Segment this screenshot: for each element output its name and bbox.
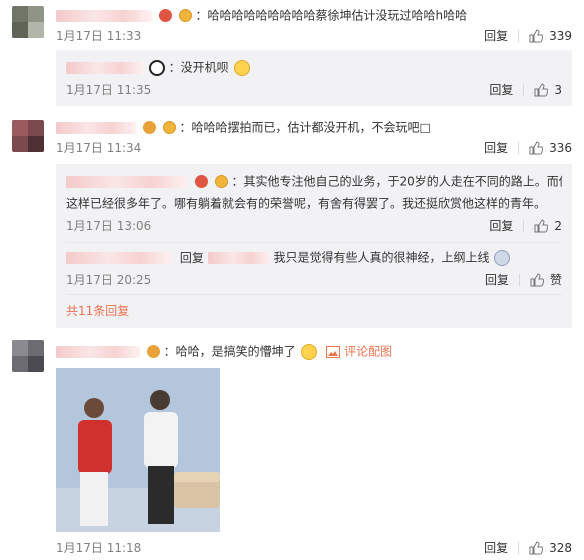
reply-box: ：其实他专注他自己的业务，于20岁的人走在不同的路上。而他 这样已经很多年了。哪… <box>56 164 572 328</box>
like-count: 2 <box>554 219 562 233</box>
comment-text: ：哈哈哈哈哈哈哈哈哈蔡徐坤估计没玩过哈哈h哈哈 <box>195 8 468 23</box>
comment-item: ：哈哈哈摆拍而已，估计都没开机，不会玩吧□ 1月17日 11:34 回复 336… <box>0 118 584 328</box>
thumbs-up-icon[interactable] <box>530 273 544 287</box>
photo-scene <box>56 368 220 532</box>
comment-item: ：哈哈，是搞笑的懵坤了 评论配图 1月17日 11:18 回复 328 <box>0 340 584 560</box>
smile-emoji-icon <box>300 343 317 360</box>
reply-button[interactable]: 回复 <box>485 272 509 288</box>
reply-time: 1月17日 20:25 <box>66 273 152 287</box>
thumbs-up-icon[interactable] <box>529 541 544 555</box>
divider <box>518 142 520 154</box>
thumbs-up-icon[interactable] <box>534 83 549 97</box>
reply-text: 这样已经很多年了。哪有躺着就会有的荣誉呢，有舍有得罢了。我还挺欣赏他这样的青年。 <box>66 196 547 211</box>
comment-image-link[interactable]: 评论配图 <box>344 345 392 359</box>
avatar[interactable] <box>12 340 44 372</box>
reply-box: ：没开机呗 1月17日 11:35 回复 3 <box>56 50 572 106</box>
like-label: 赞 <box>549 273 562 287</box>
divider <box>518 274 520 286</box>
member-badge-icon <box>142 121 156 134</box>
reply-time: 1月17日 11:35 <box>66 83 152 97</box>
comment-text: ：哈哈哈摆拍而已，估计都没开机，不会玩吧□ <box>179 120 431 135</box>
divider <box>66 294 562 295</box>
reply-time: 1月17日 13:06 <box>66 219 152 233</box>
username[interactable] <box>56 345 140 358</box>
mentioned-username[interactable] <box>207 251 270 264</box>
fan-badge-icon <box>178 9 192 22</box>
like-count: 3 <box>554 83 562 97</box>
reply-username[interactable] <box>66 251 172 264</box>
avatar[interactable] <box>12 120 44 152</box>
panda-icon <box>148 59 165 76</box>
reply-button[interactable]: 回复 <box>484 140 508 156</box>
like-count: 328 <box>549 541 572 555</box>
reply-button[interactable]: 回复 <box>484 540 508 556</box>
member-badge-icon <box>146 345 160 358</box>
reply-text: ：其实他专注他自己的业务，于20岁的人走在不同的路上。而他 <box>231 174 562 189</box>
reply-username[interactable] <box>66 175 188 188</box>
like-count: 339 <box>549 29 572 43</box>
divider <box>518 30 520 42</box>
smile-emoji-icon <box>233 59 250 76</box>
divider <box>518 542 520 554</box>
comment-item: ：哈哈哈哈哈哈哈哈哈蔡徐坤估计没玩过哈哈h哈哈 1月17日 11:33 回复 3… <box>0 0 584 106</box>
divider <box>523 220 525 232</box>
avatar[interactable] <box>12 6 44 38</box>
reply-username[interactable] <box>66 61 144 74</box>
member-badge-icon <box>158 9 172 22</box>
comment-image[interactable] <box>56 368 220 532</box>
fan-badge-icon <box>214 175 228 188</box>
reply-button[interactable]: 回复 <box>489 218 513 234</box>
divider <box>523 84 525 96</box>
comment-text: ：哈哈，是搞笑的懵坤了 <box>163 344 296 359</box>
reply-prefix: 回复 <box>179 250 204 265</box>
thumbs-up-icon[interactable] <box>529 141 544 155</box>
comment-time: 1月17日 11:34 <box>56 141 142 155</box>
reply-button[interactable]: 回复 <box>489 82 513 98</box>
comment-time: 1月17日 11:18 <box>56 541 142 555</box>
username[interactable] <box>56 121 136 134</box>
thumbs-up-icon[interactable] <box>534 219 549 233</box>
comment-time: 1月17日 11:33 <box>56 29 142 43</box>
fan-badge-icon <box>162 121 176 134</box>
reply-button[interactable]: 回复 <box>484 28 508 44</box>
member-badge-icon <box>194 175 208 188</box>
divider <box>66 242 562 243</box>
sweat-emoji-icon <box>494 249 511 266</box>
thumbs-up-icon[interactable] <box>529 29 544 43</box>
reply-text: ：没开机呗 <box>168 60 229 75</box>
like-count: 336 <box>549 141 572 155</box>
username[interactable] <box>56 9 152 22</box>
image-icon <box>326 345 341 358</box>
reply-text: 我只是觉得有些人真的很神经，上纲上线 <box>273 250 490 265</box>
more-replies-link[interactable]: 共11条回复 <box>66 304 129 318</box>
